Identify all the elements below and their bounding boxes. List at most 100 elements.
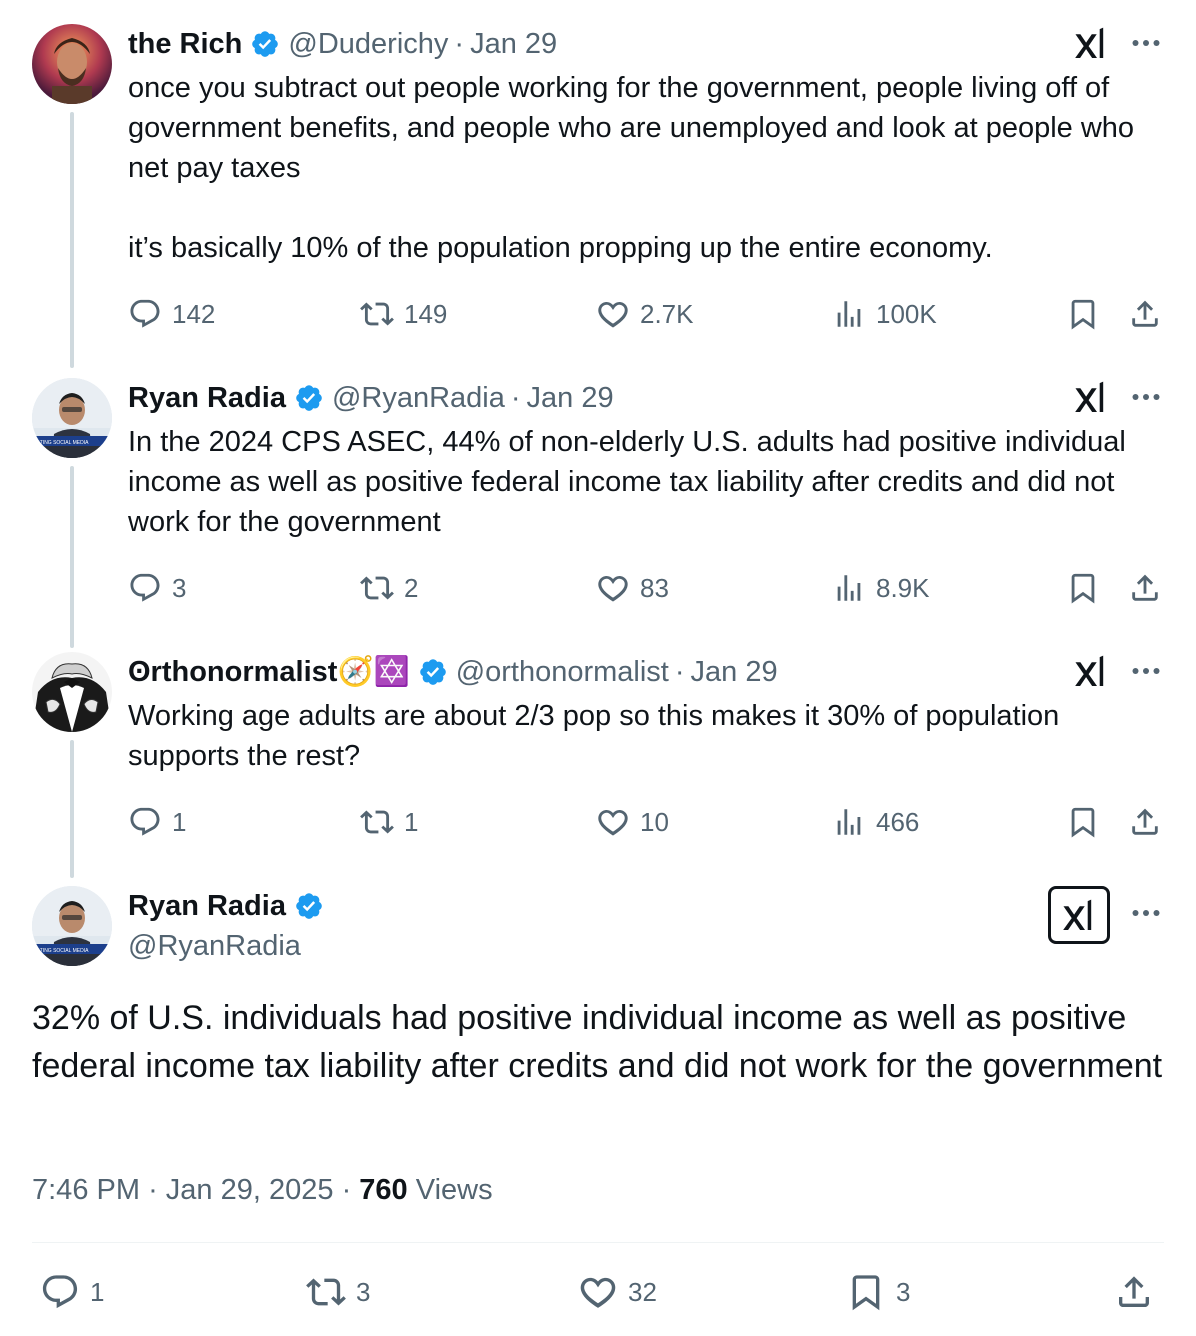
- post-time[interactable]: 7:46 PM: [32, 1174, 140, 1206]
- display-name[interactable]: the Rich: [128, 28, 242, 61]
- more-icon[interactable]: [1128, 24, 1164, 62]
- grok-icon[interactable]: [1072, 378, 1110, 416]
- share-button[interactable]: [1128, 568, 1172, 608]
- more-icon[interactable]: [1128, 894, 1164, 932]
- like-icon: [596, 297, 630, 331]
- share-button[interactable]: [1128, 802, 1172, 842]
- separator: ·: [510, 381, 521, 414]
- tweet-text: In the 2024 CPS ASEC, 44% of non-elderly…: [128, 426, 1126, 538]
- share-button[interactable]: [1114, 1268, 1164, 1316]
- grok-icon[interactable]: [1072, 24, 1110, 62]
- separator: ·: [454, 27, 465, 60]
- reply-button[interactable]: 1: [128, 802, 186, 842]
- main-handle[interactable]: @RyanRadia: [128, 926, 301, 966]
- thread-line: [70, 112, 74, 368]
- reply-icon: [128, 805, 162, 839]
- repost-button[interactable]: 149: [360, 294, 447, 334]
- bookmark-button[interactable]: 3: [846, 1268, 910, 1316]
- like-button[interactable]: 2.7K: [596, 294, 694, 334]
- main-action-bar: 1 3 32 3: [32, 1268, 1164, 1316]
- like-icon: [596, 571, 630, 605]
- views-label: Views: [415, 1174, 493, 1206]
- bookmark-button[interactable]: [1066, 568, 1110, 608]
- bookmark-icon: [846, 1272, 886, 1312]
- reply-count: 3: [172, 572, 187, 603]
- handle[interactable]: @Duderichy: [288, 28, 448, 61]
- repost-icon: [360, 297, 394, 331]
- tweet-meta: 7:46 PM · Jan 29, 2025 · 760 Views: [32, 1168, 493, 1212]
- main-tweet-text: 32% of U.S. individuals had positive ind…: [32, 999, 1163, 1085]
- action-bar: 3 2 83 8.9K: [128, 568, 1168, 608]
- svg-text:LATING SOCIAL MEDIA: LATING SOCIAL MEDIA: [34, 948, 89, 954]
- repost-button[interactable]: 3: [306, 1268, 370, 1316]
- reply-button[interactable]: 142: [128, 294, 215, 334]
- avatar[interactable]: [32, 652, 112, 732]
- display-name[interactable]: ʘrthonormalist🧭✡️: [128, 655, 410, 689]
- main-display-name[interactable]: Ryan Radia: [128, 890, 286, 923]
- like-button[interactable]: 83: [596, 568, 669, 608]
- avatar[interactable]: LATING SOCIAL MEDIA: [32, 378, 112, 458]
- reply-button[interactable]: 1: [40, 1268, 104, 1316]
- separator: ·: [148, 1174, 158, 1206]
- tweet-2[interactable]: LATING SOCIAL MEDIA Ryan Radia @RyanRadi…: [0, 354, 1196, 648]
- views-count: 760: [359, 1174, 408, 1206]
- views-icon: [832, 571, 866, 605]
- views-count: 8.9K: [876, 572, 930, 603]
- share-button[interactable]: [1128, 294, 1172, 334]
- main-avatar[interactable]: LATING SOCIAL MEDIA: [32, 886, 112, 966]
- reply-icon: [40, 1272, 80, 1312]
- views-count: 466: [876, 806, 920, 837]
- tweet-text-para-1: once you subtract out people working for…: [128, 72, 1135, 184]
- bookmark-button[interactable]: [1066, 294, 1110, 334]
- grok-button[interactable]: [1048, 886, 1110, 944]
- divider: [32, 1242, 1164, 1243]
- like-count: 10: [640, 806, 669, 837]
- more-icon[interactable]: [1128, 378, 1164, 416]
- grok-icon: [1060, 896, 1098, 934]
- timestamp[interactable]: Jan 29: [527, 382, 614, 415]
- bookmark-icon: [1066, 571, 1100, 605]
- share-icon: [1114, 1272, 1154, 1312]
- repost-icon: [360, 571, 394, 605]
- timestamp[interactable]: Jan 29: [470, 28, 557, 61]
- reply-icon: [128, 297, 162, 331]
- repost-button[interactable]: 2: [360, 568, 418, 608]
- views-button[interactable]: 8.9K: [832, 568, 930, 608]
- share-icon: [1128, 297, 1162, 331]
- views-button[interactable]: 100K: [832, 294, 937, 334]
- tweet-text: Working age adults are about 2/3 pop so …: [128, 700, 1060, 772]
- repost-count: 149: [404, 298, 448, 329]
- repost-icon: [306, 1272, 346, 1312]
- verified-badge-icon: [294, 383, 324, 413]
- reply-button[interactable]: 3: [128, 568, 186, 608]
- tweet-3[interactable]: ʘrthonormalist🧭✡️ @orthonormalist · Jan …: [0, 628, 1196, 878]
- tweet-1[interactable]: the Rich @Duderichy · Jan 29 once you su…: [0, 0, 1196, 368]
- action-bar: 142 149 2.7K 100K: [128, 294, 1168, 334]
- verified-badge-icon: [294, 891, 324, 921]
- avatar[interactable]: [32, 24, 112, 104]
- verified-badge-icon: [418, 657, 448, 687]
- post-date[interactable]: Jan 29, 2025: [166, 1174, 334, 1206]
- bookmark-count: 3: [896, 1276, 911, 1307]
- reply-count: 1: [90, 1276, 105, 1307]
- views-icon: [832, 297, 866, 331]
- like-icon: [596, 805, 630, 839]
- handle[interactable]: @orthonormalist: [456, 656, 669, 689]
- like-button[interactable]: 32: [578, 1268, 657, 1316]
- bookmark-button[interactable]: [1066, 802, 1110, 842]
- bookmark-icon: [1066, 805, 1100, 839]
- timestamp[interactable]: Jan 29: [691, 656, 778, 689]
- like-count: 32: [628, 1276, 657, 1307]
- grok-icon[interactable]: [1072, 652, 1110, 690]
- repost-button[interactable]: 1: [360, 802, 418, 842]
- like-button[interactable]: 10: [596, 802, 669, 842]
- tweet-header: ʘrthonormalist🧭✡️ @orthonormalist · Jan …: [128, 652, 778, 692]
- share-icon: [1128, 571, 1162, 605]
- handle[interactable]: @RyanRadia: [332, 382, 505, 415]
- reply-icon: [128, 571, 162, 605]
- display-name[interactable]: Ryan Radia: [128, 382, 286, 415]
- more-icon[interactable]: [1128, 652, 1164, 690]
- like-count: 2.7K: [640, 298, 694, 329]
- views-button[interactable]: 466: [832, 802, 919, 842]
- main-display-name-row: Ryan Radia: [128, 886, 332, 926]
